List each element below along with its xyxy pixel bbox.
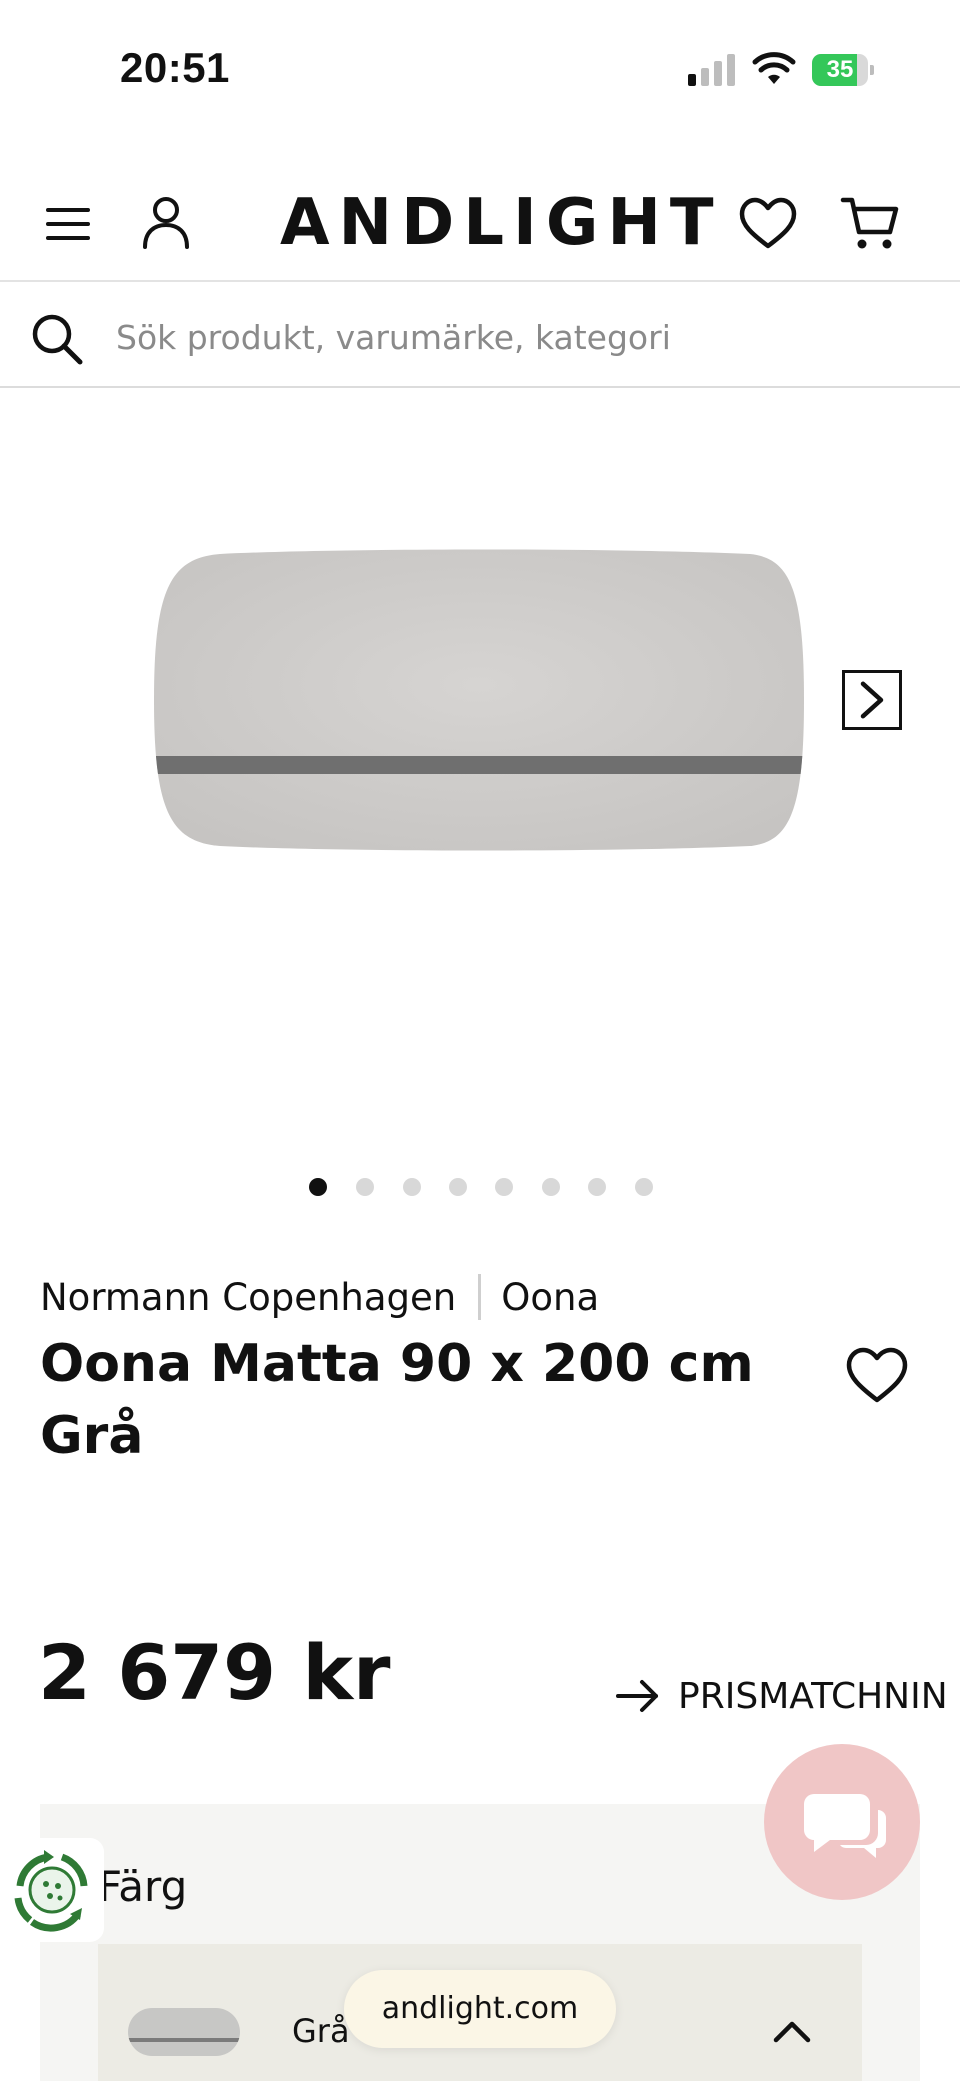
battery-icon: 35 — [812, 54, 874, 86]
gallery-pagination — [300, 1178, 660, 1198]
gallery-dot[interactable] — [588, 1178, 606, 1196]
battery-level: 35 — [826, 56, 854, 83]
color-option-label: Grå — [292, 2012, 350, 2050]
chevron-up-icon[interactable] — [770, 2016, 814, 2046]
sustainability-badge-icon[interactable] — [0, 1838, 104, 1942]
search-bar — [0, 284, 960, 388]
search-icon[interactable] — [30, 312, 84, 366]
price-match-link[interactable]: PRISMATCHNIN — [616, 1670, 960, 1722]
browser-url-pill[interactable]: andlight.com — [344, 1970, 616, 2048]
gallery-dot[interactable] — [495, 1178, 513, 1196]
gallery-dot[interactable] — [635, 1178, 653, 1196]
status-bar: 20:51 35 — [0, 0, 960, 140]
account-icon[interactable] — [140, 194, 192, 250]
color-label: Färg — [98, 1862, 188, 1911]
product-image-rug[interactable] — [140, 540, 820, 860]
chat-bubbles-icon — [804, 1794, 886, 1858]
gallery-dot[interactable] — [542, 1178, 560, 1196]
menu-icon[interactable] — [44, 200, 92, 248]
brand-divider — [478, 1274, 482, 1320]
site-header: ANDLIGHT — [0, 170, 960, 282]
heart-icon[interactable] — [738, 196, 798, 252]
gallery-dot[interactable] — [449, 1178, 467, 1196]
color-swatch — [128, 2008, 240, 2056]
price-match-label: PRISMATCHNIN — [678, 1675, 948, 1717]
cellular-signal-icon — [688, 54, 738, 86]
andlight-logo[interactable]: ANDLIGHT — [280, 188, 714, 258]
cart-icon[interactable] — [840, 194, 900, 254]
heart-icon[interactable] — [844, 1346, 910, 1406]
chat-button[interactable] — [764, 1744, 920, 1900]
collection-link[interactable]: Oona — [501, 1276, 599, 1319]
wifi-icon — [752, 52, 796, 84]
chevron-right-icon[interactable] — [842, 670, 902, 730]
brand-link[interactable]: Normann Copenhagen — [40, 1276, 456, 1319]
status-time: 20:51 — [120, 44, 230, 91]
product-price: 2 679 kr — [38, 1628, 391, 1717]
gallery-dot[interactable] — [356, 1178, 374, 1196]
gallery-dot[interactable] — [309, 1178, 327, 1196]
product-title: Oona Matta 90 x 200 cm Grå — [40, 1334, 754, 1466]
gallery-dot[interactable] — [403, 1178, 421, 1196]
brand-line: Normann Copenhagen Oona — [40, 1274, 599, 1320]
arrow-right-icon — [616, 1680, 658, 1712]
search-input[interactable] — [116, 314, 916, 360]
